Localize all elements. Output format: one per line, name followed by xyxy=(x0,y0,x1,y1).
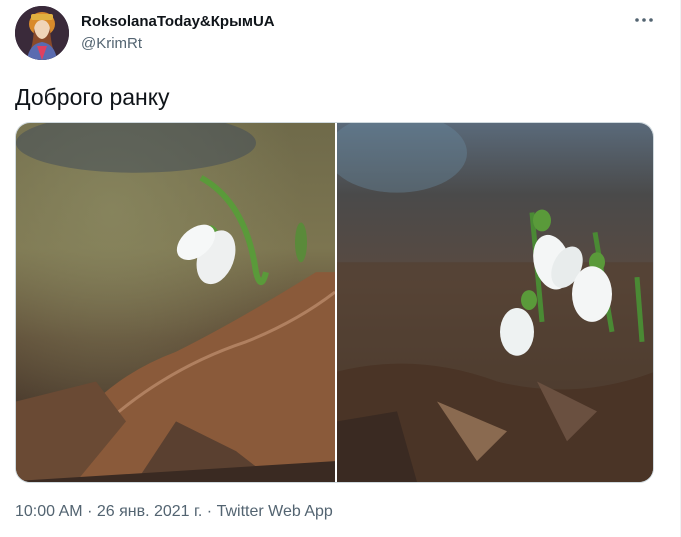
photo-snowdrop-right[interactable] xyxy=(337,123,653,482)
tweet-date[interactable]: 26 янв. 2021 г. xyxy=(97,503,203,520)
more-options-button[interactable] xyxy=(632,10,656,30)
meta-separator: · xyxy=(87,503,93,520)
more-horizontal-icon xyxy=(635,18,653,22)
tweet-time[interactable]: 10:00 AM xyxy=(15,503,83,520)
display-name[interactable]: RoksolanaToday&КрымUA xyxy=(81,13,275,30)
tweet: RoksolanaToday&КрымUA @KrimRt Доброго ра… xyxy=(0,0,681,537)
tweet-meta: 10:00 AM · 26 янв. 2021 г. · Twitter Web… xyxy=(15,503,333,521)
avatar[interactable] xyxy=(15,6,69,60)
photo-snowdrop-left[interactable] xyxy=(16,123,335,482)
tweet-text: Доброго ранку xyxy=(15,84,170,110)
meta-separator-2: · xyxy=(206,503,213,520)
media-grid xyxy=(15,122,654,483)
user-handle[interactable]: @KrimRt xyxy=(81,35,142,52)
tweet-source[interactable]: Twitter Web App xyxy=(217,503,333,520)
